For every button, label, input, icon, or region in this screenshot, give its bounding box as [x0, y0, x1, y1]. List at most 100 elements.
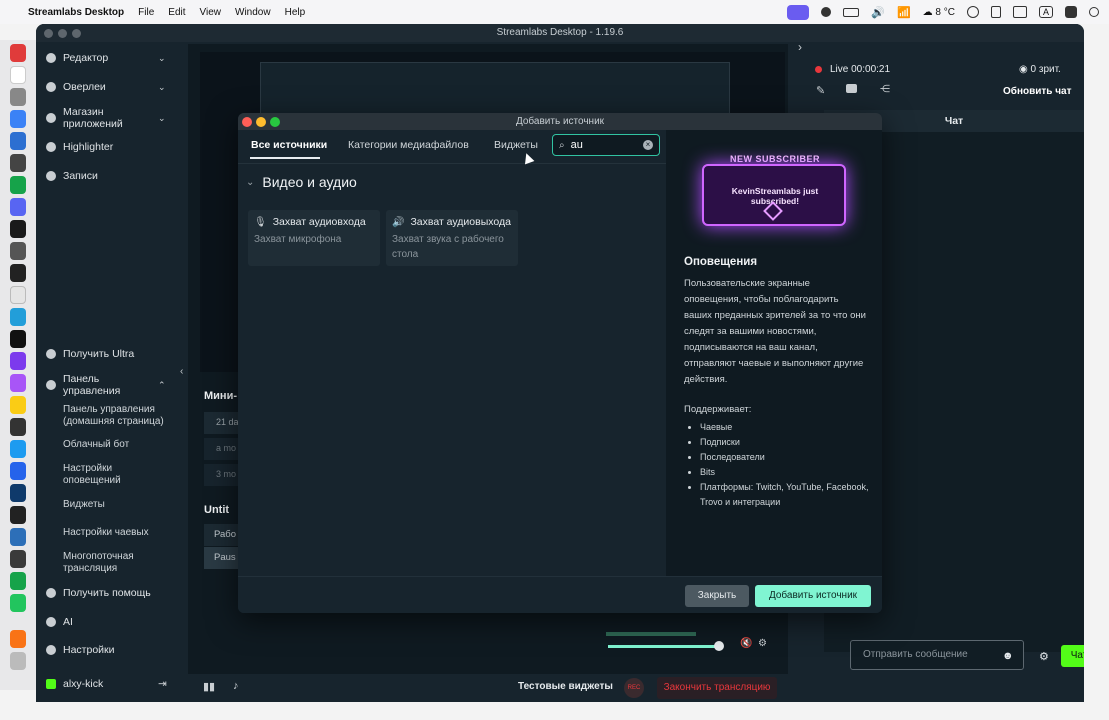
sidebar-subitem-dashboard-home[interactable]: Панель управления (домашняя страница)	[63, 404, 173, 428]
dock-app-icon[interactable]	[10, 440, 26, 458]
send-chat-button[interactable]: Чат	[1061, 645, 1084, 667]
dock-app-icon[interactable]	[10, 374, 26, 392]
dock-app-icon[interactable]	[10, 594, 26, 612]
modal-zoom-dot[interactable]	[270, 117, 280, 127]
source-card-audio-input[interactable]: 🎙 Захват аудиовхода Захват микрофона	[248, 210, 380, 266]
add-source-button[interactable]: Добавить источник	[755, 585, 871, 607]
menu-edit[interactable]: Edit	[168, 7, 185, 18]
sidebar-item-dashboard[interactable]: Панель управления ⌃	[46, 373, 166, 397]
source-search-input[interactable]: ⌕ au ×	[552, 134, 660, 156]
source-group-header[interactable]: ⌄ Видео и аудио	[246, 174, 357, 190]
dock-trash-icon[interactable]	[10, 652, 26, 670]
chevron-up-icon[interactable]: ⌃	[158, 380, 166, 391]
dock-app-icon[interactable]	[10, 572, 26, 590]
dock-app-icon[interactable]	[10, 484, 26, 502]
input-source[interactable]: A	[1038, 6, 1053, 18]
gear-icon[interactable]: ⚙	[1039, 650, 1049, 663]
sidebar-item-help[interactable]: Получить помощь	[46, 587, 151, 599]
dock-app-icon[interactable]	[10, 286, 26, 304]
volume-slider[interactable]	[608, 645, 718, 648]
dock-app-icon[interactable]	[10, 154, 26, 172]
keyboard-icon[interactable]	[1012, 6, 1027, 18]
refresh-chat-button[interactable]: Обновить чат	[1003, 86, 1072, 97]
sidebar-item-recordings[interactable]: Записи	[46, 170, 98, 182]
dock-app-icon[interactable]	[10, 44, 26, 62]
sidebar-subitem-multistream[interactable]: Многопоточная трансляция	[63, 551, 153, 575]
chevron-left-icon[interactable]: ‹	[180, 366, 183, 377]
sidebar-item-settings[interactable]: Настройки	[46, 644, 115, 656]
dock-app-icon[interactable]	[10, 396, 26, 414]
scene-collection-title[interactable]: Untit	[204, 504, 229, 516]
dock-app-icon[interactable]	[10, 550, 26, 568]
chat-message-input[interactable]: Отправить сообщение	[850, 640, 1024, 670]
bell-icon[interactable]: ♪	[233, 680, 239, 692]
dock-app-icon[interactable]	[10, 528, 26, 546]
sidebar-item-app-store[interactable]: Магазин приложений ⌄	[46, 106, 166, 130]
dock-discord-icon[interactable]	[10, 198, 26, 216]
wifi-icon[interactable]: 📶	[897, 6, 911, 19]
chevron-down-icon[interactable]: ⌄	[246, 177, 254, 188]
dock-app-icon[interactable]	[10, 110, 26, 128]
vpn-icon[interactable]	[821, 7, 832, 17]
dock-telegram-icon[interactable]	[10, 308, 26, 326]
dock-app-icon[interactable]	[10, 220, 26, 238]
emoji-icon[interactable]: ☻	[1002, 650, 1014, 662]
dock-folder-icon[interactable]	[10, 630, 26, 648]
dock-app-icon[interactable]	[10, 418, 26, 436]
close-window-button[interactable]	[44, 29, 53, 38]
dock-terminal-icon[interactable]	[10, 264, 26, 282]
minimize-window-button[interactable]	[58, 29, 67, 38]
sidebar-item-overlays[interactable]: Оверлеи ⌄	[46, 81, 166, 93]
sidebar-subitem-alert-settings[interactable]: Настройки оповещений	[63, 463, 143, 487]
gear-icon[interactable]: ⚙	[758, 638, 767, 649]
screen-share-icon[interactable]	[787, 4, 810, 20]
sidebar-item-editor[interactable]: Редактор ⌄	[46, 52, 166, 64]
test-widgets-button[interactable]: Тестовые виджеты	[518, 681, 613, 692]
end-stream-button[interactable]: Закончить трансляцию	[657, 677, 777, 699]
close-button[interactable]: Закрыть	[685, 585, 749, 607]
dock-app-icon[interactable]	[10, 462, 26, 480]
sidebar-item-highlighter[interactable]: Highlighter	[46, 141, 113, 153]
source-card-audio-output[interactable]: 🔊 Захват аудиовыхода Захват звука с рабо…	[386, 210, 518, 266]
sidebar-subitem-widgets[interactable]: Виджеты	[63, 499, 105, 511]
menu-view[interactable]: View	[200, 7, 222, 18]
record-button[interactable]: REC	[624, 678, 644, 698]
sidebar-item-get-ultra[interactable]: Получить Ultra	[46, 348, 134, 360]
tab-widgets[interactable]: Виджеты	[494, 139, 538, 151]
clear-search-icon[interactable]: ×	[643, 140, 653, 150]
tab-all-sources[interactable]: Все источники	[251, 139, 327, 151]
battery-icon[interactable]	[843, 7, 860, 17]
menu-app-name[interactable]: Streamlabs Desktop	[28, 7, 124, 18]
menu-window[interactable]: Window	[235, 7, 271, 18]
accessibility-icon[interactable]	[966, 6, 979, 18]
chevron-right-icon[interactable]: ›	[798, 40, 802, 54]
search-input-value[interactable]: au	[571, 139, 583, 151]
sidebar-subitem-cloudbot[interactable]: Облачный бот	[63, 439, 129, 451]
zoom-window-button[interactable]	[72, 29, 81, 38]
tab-media-categories[interactable]: Категории медиафайлов	[348, 139, 469, 151]
siri-icon[interactable]	[1089, 7, 1099, 17]
dock-app-icon[interactable]	[10, 242, 26, 260]
sidebar-user[interactable]: alxy-kick ⇥	[46, 678, 171, 690]
dock-app-icon[interactable]	[10, 132, 26, 150]
share-icon[interactable]: ⋲	[880, 84, 890, 95]
dock-app-icon[interactable]	[10, 330, 26, 348]
volume-icon[interactable]: 🔊	[871, 6, 885, 19]
notes-icon[interactable]	[990, 6, 1001, 18]
chevron-down-icon[interactable]: ⌄	[158, 82, 166, 93]
edit-icon[interactable]: ✎	[816, 84, 825, 97]
stats-icon[interactable]: ▮▮	[203, 680, 215, 693]
mute-icon[interactable]: 🔇	[740, 638, 752, 649]
menu-help[interactable]: Help	[285, 7, 306, 18]
sidebar-item-ai[interactable]: AI	[46, 616, 73, 628]
volume-slider-handle[interactable]	[714, 641, 724, 651]
modal-close-dot[interactable]	[242, 117, 252, 127]
dock-app-icon[interactable]	[10, 88, 26, 106]
sidebar-subitem-tip-settings[interactable]: Настройки чаевых	[63, 527, 149, 539]
control-center-icon[interactable]	[1065, 6, 1077, 18]
dock-app-icon[interactable]	[10, 176, 26, 194]
dock-app-icon[interactable]	[10, 352, 26, 370]
dock-calendar-icon[interactable]	[10, 66, 26, 84]
chevron-down-icon[interactable]: ⌄	[158, 53, 166, 64]
weather-icon[interactable]: ☁ 8 °C	[923, 7, 955, 18]
